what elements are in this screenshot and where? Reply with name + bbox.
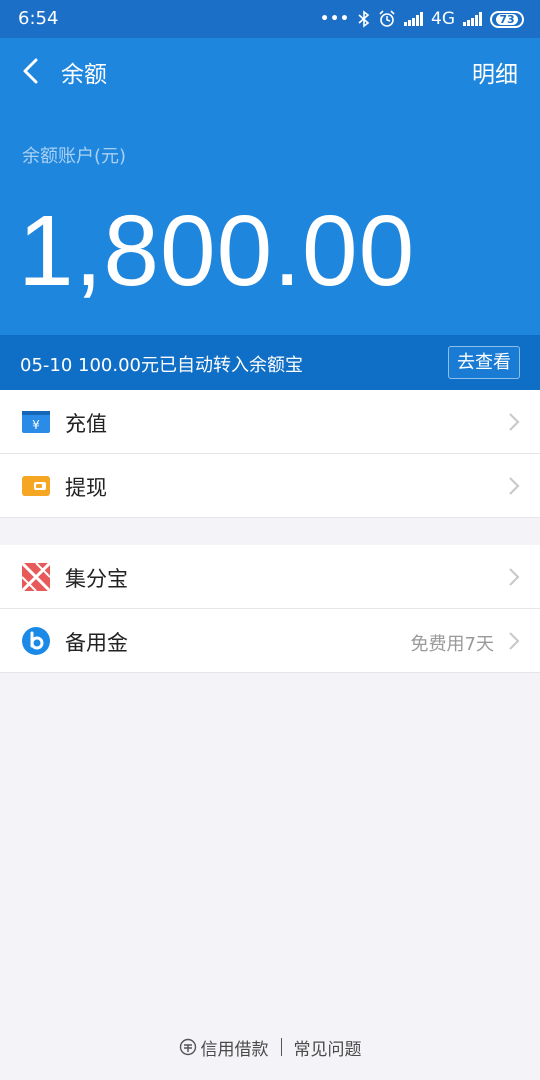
- faq-link[interactable]: 常见问题: [294, 1035, 362, 1060]
- svg-text:¥: ¥: [32, 418, 40, 432]
- battery-icon: 73: [490, 10, 524, 28]
- menu-group-2: 集分宝 备用金 免费用7天: [0, 545, 540, 673]
- withdraw-icon: [22, 476, 50, 496]
- menu-item-label: 提现: [65, 476, 107, 500]
- menu-item-label: 集分宝: [65, 567, 128, 591]
- jifenbao-icon: [22, 563, 50, 591]
- balance-amount: 1,800.00: [18, 195, 416, 307]
- footer-divider: [280, 1038, 282, 1056]
- more-dots-icon: •••: [320, 11, 350, 27]
- footer: 信用借款 常见问题: [0, 1034, 540, 1060]
- menu-item-recharge[interactable]: ¥ 充值: [0, 390, 540, 454]
- signal-icon: [404, 12, 423, 26]
- credit-loan-icon: [179, 1038, 196, 1056]
- chevron-right-icon: [509, 413, 520, 431]
- recharge-icon: ¥: [22, 411, 50, 433]
- menu-item-reserve-fund[interactable]: 备用金 免费用7天: [0, 609, 540, 673]
- menu-item-label: 充值: [65, 412, 107, 436]
- bluetooth-icon: [358, 10, 370, 28]
- menu-item-withdraw[interactable]: 提现: [0, 454, 540, 518]
- menu-item-label: 备用金: [65, 631, 128, 655]
- auto-transfer-notice: 05-10 100.00元已自动转入余额宝 去查看: [0, 335, 540, 390]
- status-icons: ••• 4G 73: [320, 8, 524, 30]
- menu-item-sub: 免费用7天: [410, 634, 494, 655]
- page-title: 余额: [61, 62, 107, 88]
- network-type: 4G: [431, 9, 455, 29]
- view-button[interactable]: 去查看: [448, 346, 520, 379]
- chevron-right-icon: [509, 477, 520, 495]
- balance-header: 余额 明细 余额账户(元) 1,800.00: [0, 38, 540, 335]
- menu-group-1: ¥ 充值 提现: [0, 390, 540, 518]
- signal-icon-2: [463, 12, 482, 26]
- chevron-right-icon: [509, 568, 520, 586]
- reserve-fund-icon: [22, 627, 50, 655]
- alarm-icon: [379, 10, 395, 27]
- notice-text: 05-10 100.00元已自动转入余额宝: [20, 355, 304, 376]
- back-arrow-icon[interactable]: [16, 54, 46, 88]
- chevron-right-icon: [509, 632, 520, 650]
- menu-item-jifenbao[interactable]: 集分宝: [0, 545, 540, 609]
- status-time: 6:54: [18, 8, 59, 29]
- battery-level: 73: [496, 13, 518, 25]
- credit-loan-link[interactable]: 信用借款: [179, 1035, 269, 1060]
- account-label: 余额账户(元): [22, 146, 127, 167]
- credit-loan-label: 信用借款: [200, 1039, 269, 1060]
- status-bar: 6:54 ••• 4G 73: [0, 0, 540, 38]
- detail-link[interactable]: 明细: [472, 55, 518, 89]
